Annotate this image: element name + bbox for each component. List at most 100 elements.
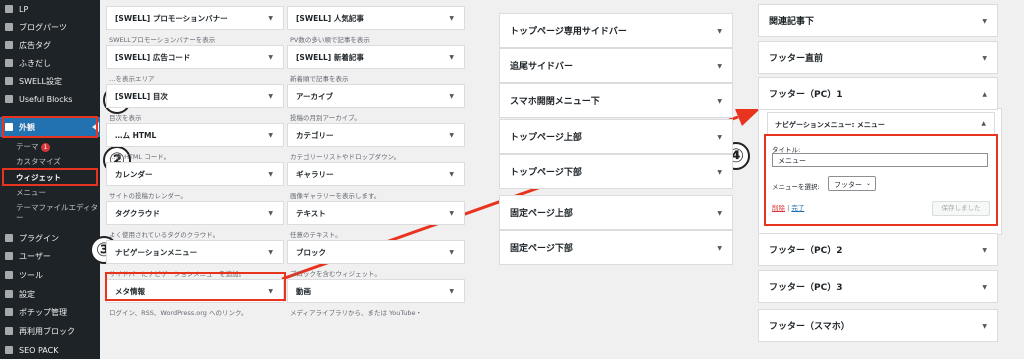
widget-item-label: [SWELL] 新着記事 (296, 52, 364, 62)
widget-area-label: フッター（PC）1 (769, 90, 843, 100)
widget-area-label: トップページ上部 (510, 133, 582, 143)
widget-item[interactable]: [SWELL] 新着記事 ▼ (287, 45, 465, 69)
widget-item-description: SWELLプロモーションバナーを表示 (109, 36, 216, 44)
widget-area[interactable]: トップページ下部 ▼ (499, 154, 733, 189)
widget-item[interactable]: 動画 ▼ (287, 279, 465, 303)
widget-area[interactable]: フッター（PC）3 ▼ (758, 270, 998, 303)
widget-item[interactable]: カテゴリー ▼ (287, 123, 465, 147)
widget-item-description: 任意のテキスト。 (290, 231, 342, 239)
widget-item-label: テキスト (296, 208, 326, 218)
arrow-head (735, 109, 760, 126)
chevron-down-icon: ▼ (717, 169, 722, 176)
widget-item[interactable]: カレンダー ▼ (106, 162, 284, 186)
widget-item-description: 画像ギャラリーを表示します。 (290, 192, 381, 200)
widget-area-label: フッター直前 (769, 54, 824, 64)
widget-item[interactable]: [SWELL] 広告コード ▼ (106, 45, 284, 69)
chevron-down-icon: ▼ (268, 288, 273, 295)
widget-item[interactable]: タグクラウド ▼ (106, 201, 284, 225)
widget-item-description: …意 HTML コード。 (109, 153, 171, 161)
widget-area-label: スマホ開閉メニュー下 (510, 97, 600, 107)
widget-item[interactable]: [SWELL] 人気記事 ▼ (287, 6, 465, 30)
chevron-down-icon: ▼ (982, 18, 987, 25)
widget-item-description: メディアライブラリから、または YouTube・ (290, 309, 423, 317)
chevron-down-icon: ▼ (449, 249, 454, 256)
widget-area-label: トップページ専用サイドバー (510, 27, 627, 37)
widget-item-label: ブロック (296, 247, 326, 257)
widget-area[interactable]: フッター（スマホ） ▼ (758, 309, 998, 342)
widget-item-label: タグクラウド (115, 208, 160, 218)
chevron-down-icon: ▼ (268, 54, 273, 61)
chevron-down-icon: ▼ (717, 134, 722, 141)
widget-item-description: PV数の多い順で記事を表示 (290, 36, 370, 44)
chevron-down-icon: ▼ (449, 54, 454, 61)
widget-item[interactable]: アーカイブ ▼ (287, 84, 465, 108)
widget-area[interactable]: フッター（PC）2 ▼ (758, 233, 998, 266)
chevron-down-icon: ▼ (717, 63, 722, 70)
chevron-down-icon: ▼ (268, 171, 273, 178)
widget-item-description: …を表示エリア (109, 75, 155, 83)
chevron-down-icon: ▼ (268, 249, 273, 256)
chevron-down-icon: ▼ (982, 55, 987, 62)
widget-item-description: 投稿の月別アーカイブ。 (290, 114, 361, 122)
widget-item-label: カテゴリー (296, 130, 334, 140)
widget-area-label: フッター（スマホ） (769, 322, 850, 332)
widget-item-description: サイドバーにナビゲーションメニューを追加。 (109, 270, 246, 278)
chevron-down-icon: ▼ (268, 15, 273, 22)
chevron-down-icon: ▼ (982, 323, 987, 330)
chevron-down-icon: ▼ (449, 132, 454, 139)
chevron-down-icon: ▼ (449, 93, 454, 100)
widget-item-label: アーカイブ (296, 91, 334, 101)
chevron-up-icon: ▲ (982, 91, 987, 98)
chevron-down-icon: ▼ (449, 288, 454, 295)
widget-area-label: 関連記事下 (769, 17, 815, 27)
chevron-down-icon: ▼ (717, 98, 722, 105)
widget-item-description: サイトの投稿カレンダー。 (109, 192, 187, 200)
widget-item-description: ブロックを含むウィジェット。 (290, 270, 381, 278)
widget-item-label: [SWELL] 目次 (115, 91, 168, 101)
widget-item-label: [SWELL] 人気記事 (296, 13, 364, 23)
chevron-down-icon: ▼ (268, 210, 273, 217)
widget-area[interactable]: 固定ページ上部 ▼ (499, 195, 733, 230)
chevron-down-icon: ▼ (717, 210, 722, 217)
widget-area-label: 追尾サイドバー (510, 62, 574, 72)
widget-item-label: メタ情報 (115, 286, 145, 296)
chevron-down-icon: ▼ (268, 93, 273, 100)
widget-item-label: 動画 (296, 286, 311, 296)
widget-item[interactable]: ナビゲーションメニュー ▼ (106, 240, 284, 264)
widget-area[interactable]: スマホ開閉メニュー下 ▼ (499, 83, 733, 118)
widget-area-label: フッター（PC）3 (769, 283, 843, 293)
widget-area[interactable]: フッター（PC）1 ▲ (758, 77, 998, 110)
widget-area[interactable]: 関連記事下 ▼ (758, 4, 998, 37)
widget-item-description: ログイン、RSS、WordPress.org へのリンク。 (109, 309, 248, 317)
widget-item[interactable]: …ム HTML ▼ (106, 123, 284, 147)
chevron-down-icon: ▼ (449, 171, 454, 178)
widget-item-description: 目次を表示 (109, 114, 142, 122)
chevron-down-icon: ▼ (982, 284, 987, 291)
widget-item-description: カテゴリーリストやドロップダウン。 (290, 153, 401, 161)
widget-item[interactable]: [SWELL] プロモーションバナー ▼ (106, 6, 284, 30)
chevron-down-icon: ▼ (717, 245, 722, 252)
widget-area-label: 固定ページ下部 (510, 244, 573, 254)
widget-item-label: ナビゲーションメニュー (115, 247, 198, 257)
widget-item[interactable]: ブロック ▼ (287, 240, 465, 264)
widget-area[interactable]: 追尾サイドバー ▼ (499, 48, 733, 83)
widget-area-label: トップページ下部 (510, 168, 582, 178)
chevron-down-icon: ▼ (268, 132, 273, 139)
widget-item-description: よく使用されているタグのクラウド。 (109, 231, 220, 239)
widget-item[interactable]: テキスト ▼ (287, 201, 465, 225)
chevron-down-icon: ▼ (717, 28, 722, 35)
widget-area-label: フッター（PC）2 (769, 246, 843, 256)
widget-item-label: …ム HTML (115, 130, 157, 140)
widget-item[interactable]: ギャラリー ▼ (287, 162, 465, 186)
widget-area[interactable]: フッター直前 ▼ (758, 41, 998, 74)
widget-area[interactable]: トップページ上部 ▼ (499, 119, 733, 154)
widget-item-label: カレンダー (115, 169, 153, 179)
widget-item[interactable]: [SWELL] 目次 ▼ (106, 84, 284, 108)
widget-item-description: 新着順で記事を表示 (290, 75, 349, 83)
widget-item-label: ギャラリー (296, 169, 334, 179)
widget-area[interactable]: 固定ページ下部 ▼ (499, 230, 733, 265)
widget-item-label: [SWELL] 広告コード (115, 52, 191, 62)
widget-item[interactable]: メタ情報 ▼ (106, 279, 284, 303)
chevron-down-icon: ▼ (982, 247, 987, 254)
widget-area[interactable]: トップページ専用サイドバー ▼ (499, 13, 733, 48)
